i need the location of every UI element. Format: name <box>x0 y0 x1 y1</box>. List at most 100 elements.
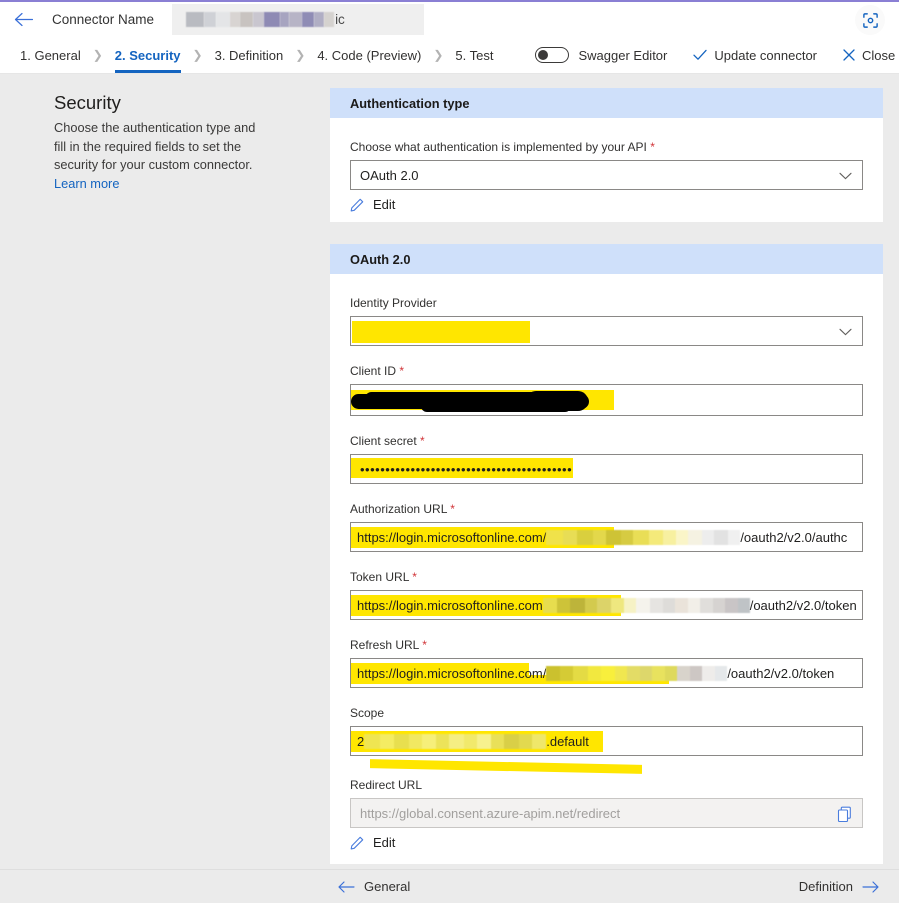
authorization-url-suffix: /oauth2/v2.0/authc <box>740 530 847 545</box>
client-id-group: Client ID * <box>350 364 863 416</box>
redaction-mosaic <box>364 734 546 749</box>
redirect-url-input: https://global.consent.azure-apim.net/re… <box>350 798 863 828</box>
required-asterisk: * <box>399 364 404 378</box>
redaction-scribble <box>421 400 571 412</box>
token-url-suffix: /oauth2/v2.0/token <box>750 598 857 613</box>
highlight-mark <box>352 321 530 343</box>
oauth-edit-label: Edit <box>373 835 395 850</box>
redaction-blur <box>186 12 334 27</box>
update-connector-button[interactable]: Update connector <box>693 48 817 63</box>
auth-type-value: OAuth 2.0 <box>360 168 419 183</box>
token-url-input[interactable]: https://login.microsoftonline.com /oauth… <box>350 590 863 620</box>
authorization-url-prefix: https://login.microsoftonline.com/ <box>357 530 546 545</box>
authorization-url-group: Authorization URL * https://login.micros… <box>350 502 863 552</box>
close-label: Close <box>862 48 895 63</box>
client-secret-label: Client secret * <box>350 434 863 448</box>
redaction-mosaic <box>546 666 727 681</box>
highlight-mark <box>370 759 642 774</box>
authorization-url-input[interactable]: https://login.microsoftonline.com/ /oaut… <box>350 522 863 552</box>
auth-type-edit-button[interactable]: Edit <box>350 197 863 212</box>
previous-step-button[interactable]: General <box>338 879 410 894</box>
tab-code-preview[interactable]: 4. Code (Preview) <box>317 37 421 74</box>
required-asterisk: * <box>412 570 417 584</box>
oauth2-header: OAuth 2.0 <box>330 244 883 274</box>
scope-label: Scope <box>350 706 863 720</box>
toggle-switch[interactable] <box>535 47 569 63</box>
refresh-url-prefix: https://login.microsoftonline.com/ <box>357 666 546 681</box>
redirect-url-label: Redirect URL <box>350 778 863 792</box>
client-id-label: Client ID * <box>350 364 863 378</box>
identity-provider-label: Identity Provider <box>350 296 863 310</box>
next-step-button[interactable]: Definition <box>799 879 879 894</box>
authentication-type-card: Authentication type Choose what authenti… <box>330 88 883 222</box>
tab-general[interactable]: 1. General <box>20 37 81 74</box>
chevron-right-icon: ❯ <box>433 48 443 62</box>
learn-more-link[interactable]: Learn more <box>54 176 119 191</box>
security-content-pane: Authentication type Choose what authenti… <box>330 74 899 869</box>
auth-type-field-label: Choose what authentication is implemente… <box>350 140 863 154</box>
chevron-right-icon: ❯ <box>93 48 103 62</box>
scope-suffix: .default <box>546 734 589 749</box>
required-asterisk: * <box>422 638 427 652</box>
checkmark-icon <box>693 49 707 61</box>
page-description-text: Choose the authentication type and fill … <box>54 120 255 172</box>
arrow-left-icon <box>338 881 355 893</box>
auth-type-select[interactable]: OAuth 2.0 <box>350 160 863 190</box>
close-x-icon <box>843 49 855 61</box>
authorization-url-label: Authorization URL * <box>350 502 863 516</box>
client-secret-value: ••••••••••••••••••••••••••••••••••••••••… <box>360 462 572 477</box>
arrow-right-icon <box>862 881 879 893</box>
copy-icon[interactable] <box>837 799 853 828</box>
redaction-mosaic <box>543 598 750 613</box>
wizard-footer: General Definition <box>0 869 899 903</box>
pencil-icon <box>350 198 364 212</box>
connector-name-label: Connector Name <box>52 12 154 27</box>
connector-name-input[interactable]: ic <box>172 4 424 35</box>
refresh-url-input[interactable]: https://login.microsoftonline.com/ /oaut… <box>350 658 863 688</box>
tab-definition[interactable]: 3. Definition <box>215 37 284 74</box>
refresh-url-label: Refresh URL * <box>350 638 863 652</box>
left-info-pane: Security Choose the authentication type … <box>0 74 330 869</box>
authorization-url-label-text: Authorization URL <box>350 502 447 516</box>
redirect-url-value: https://global.consent.azure-apim.net/re… <box>360 806 620 821</box>
swagger-editor-label: Swagger Editor <box>578 48 667 63</box>
chevron-down-icon[interactable] <box>839 161 852 190</box>
redirect-url-group: Redirect URL https://global.consent.azur… <box>350 778 863 850</box>
step-tab-bar: 1. General ❯ 2. Security ❯ 3. Definition… <box>0 37 899 74</box>
token-url-label-text: Token URL <box>350 570 409 584</box>
client-secret-input[interactable]: ••••••••••••••••••••••••••••••••••••••••… <box>350 454 863 484</box>
tab-security[interactable]: 2. Security <box>115 37 181 74</box>
scope-prefix: 2 <box>357 734 364 749</box>
scope-input[interactable]: 2 .default <box>350 726 863 756</box>
close-button[interactable]: Close <box>843 48 895 63</box>
identity-provider-select[interactable]: Generic Oauth 2 <box>350 316 863 346</box>
scan-focus-icon[interactable] <box>855 5 885 35</box>
chevron-right-icon: ❯ <box>295 48 305 62</box>
oauth-edit-button[interactable]: Edit <box>350 835 863 850</box>
title-bar: Connector Name ic <box>0 2 899 37</box>
client-id-input[interactable] <box>350 384 863 416</box>
tab-test[interactable]: 5. Test <box>455 37 493 74</box>
toggle-knob <box>538 50 548 60</box>
page-title: Security <box>54 92 121 114</box>
required-asterisk: * <box>420 434 425 448</box>
auth-type-edit-label: Edit <box>373 197 395 212</box>
page-description: Choose the authentication type and fill … <box>54 119 264 193</box>
back-arrow-icon[interactable] <box>0 2 46 37</box>
authentication-type-header: Authentication type <box>330 88 883 118</box>
token-url-label: Token URL * <box>350 570 863 584</box>
connector-name-value: ic <box>335 12 345 27</box>
required-asterisk: * <box>450 502 455 516</box>
swagger-editor-toggle[interactable]: Swagger Editor <box>535 47 667 63</box>
scope-group: Scope 2 .default <box>350 706 863 756</box>
auth-type-label-text: Choose what authentication is implemente… <box>350 140 647 154</box>
client-id-label-text: Client ID <box>350 364 396 378</box>
chevron-right-icon: ❯ <box>193 48 203 62</box>
refresh-url-label-text: Refresh URL <box>350 638 419 652</box>
chevron-down-icon[interactable] <box>839 317 852 346</box>
client-secret-group: Client secret * ••••••••••••••••••••••••… <box>350 434 863 484</box>
next-step-label: Definition <box>799 879 853 894</box>
redaction-mosaic <box>546 530 740 545</box>
client-secret-label-text: Client secret <box>350 434 417 448</box>
identity-provider-group: Identity Provider Generic Oauth 2 <box>350 296 863 346</box>
